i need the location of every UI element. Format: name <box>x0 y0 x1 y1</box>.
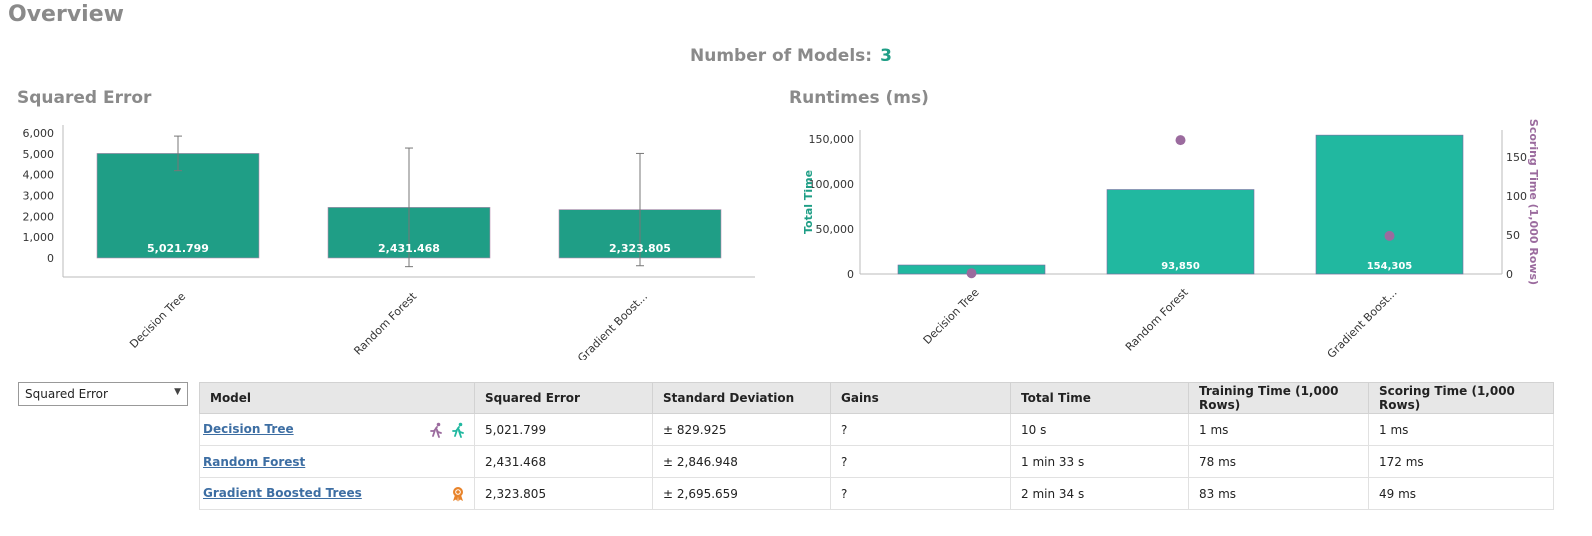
gains-cell[interactable]: ? <box>830 445 1011 478</box>
header-squared-error[interactable]: Squared Error <box>474 382 653 414</box>
scoring-time-cell: 172 ms <box>1368 445 1554 478</box>
squared-error-chart: 0 1,000 2,000 3,000 4,000 5,000 6,000 5,021.799… <box>23 125 755 360</box>
standard-deviation-cell: ± 2,695.659 <box>652 477 831 510</box>
best-model-award-icon <box>453 486 463 501</box>
y-tick-label: 100,000 <box>809 178 855 191</box>
gains-cell[interactable]: ? <box>830 477 1011 510</box>
y-axis-title: Total Time <box>802 170 815 234</box>
y-tick-label: 0 <box>847 268 854 281</box>
model-cell: Decision Tree <box>199 413 475 446</box>
metric-select-value: Squared Error <box>25 387 108 401</box>
standard-deviation-cell: ± 2,846.948 <box>652 445 831 478</box>
page-title: Overview <box>8 2 124 27</box>
header-training-time[interactable]: Training Time (1,000 Rows) <box>1188 382 1369 414</box>
table-row: Decision Tree 5,021.799 ± 829.925 ? 10 s… <box>199 413 1554 446</box>
data-label: 93,850 <box>1161 261 1200 272</box>
data-label: 2,323.805 <box>609 242 671 255</box>
y-axis-right-title: Scoring Time (1,000 Rows) <box>1527 119 1540 285</box>
x-tick-label: Decision Tree <box>127 290 188 351</box>
table-header-row: Model Squared Error Standard Deviation G… <box>199 382 1554 414</box>
scoring-point-decision-tree <box>966 268 977 279</box>
total-time-cell: 1 min 33 s <box>1010 445 1189 478</box>
chevron-down-icon: ▼ <box>174 387 181 397</box>
fastest-training-icon <box>430 422 442 438</box>
y-right-tick-label: 0 <box>1506 268 1513 281</box>
y-right-tick-label: 150 <box>1506 151 1527 164</box>
header-scoring-time[interactable]: Scoring Time (1,000 Rows) <box>1368 382 1554 414</box>
training-time-cell: 78 ms <box>1188 445 1369 478</box>
number-of-models: Number of Models: 3 <box>690 46 892 66</box>
scoring-time-cell: 1 ms <box>1368 413 1554 446</box>
y-right-tick-label: 100 <box>1506 190 1527 203</box>
x-tick-label: Random Forest <box>351 289 419 357</box>
y-tick-label: 6,000 <box>23 127 55 140</box>
y-tick-label: 0 <box>47 252 54 265</box>
fastest-scoring-icon <box>452 422 464 438</box>
x-tick-label: Random Forest <box>1123 285 1191 353</box>
runtimes-chart: 0 50,000 100,000 150,000 0 50 100 150 Total Time… <box>802 119 1540 360</box>
scoring-point-random-forest <box>1175 135 1186 146</box>
number-of-models-count: 3 <box>880 46 892 66</box>
x-tick-label: Decision Tree <box>921 286 982 347</box>
squared-error-cell: 2,323.805 <box>474 477 653 510</box>
results-table: Model Squared Error Standard Deviation G… <box>199 382 1554 510</box>
y-tick-label: 150,000 <box>809 133 855 146</box>
squared-error-chart-title: Squared Error <box>17 88 152 108</box>
model-link-random-forest[interactable]: Random Forest <box>203 455 305 469</box>
model-link-gradient-boosted-trees[interactable]: Gradient Boosted Trees <box>203 486 362 500</box>
training-time-cell: 1 ms <box>1188 413 1369 446</box>
scoring-time-cell: 49 ms <box>1368 477 1554 510</box>
y-tick-label: 5,000 <box>23 148 55 161</box>
y-right-tick-label: 50 <box>1506 229 1520 242</box>
y-tick-label: 1,000 <box>23 231 55 244</box>
scoring-point-gradient-boost <box>1384 230 1395 241</box>
y-tick-label: 50,000 <box>816 223 855 236</box>
y-tick-label: 2,000 <box>23 210 55 223</box>
y-tick-label: 4,000 <box>23 169 55 182</box>
squared-error-cell: 2,431.468 <box>474 445 653 478</box>
runtimes-chart-title: Runtimes (ms) <box>789 88 929 108</box>
number-of-models-label: Number of Models: <box>690 46 873 66</box>
table-row: Random Forest 2,431.468 ± 2,846.948 ? 1 … <box>199 445 1554 478</box>
gains-cell[interactable]: ? <box>830 413 1011 446</box>
bar-gradient-boost <box>1315 134 1464 275</box>
data-label: 5,021.799 <box>147 242 209 255</box>
model-link-decision-tree[interactable]: Decision Tree <box>203 422 294 436</box>
training-time-cell: 83 ms <box>1188 477 1369 510</box>
squared-error-cell: 5,021.799 <box>474 413 653 446</box>
total-time-cell: 10 s <box>1010 413 1189 446</box>
x-tick-label: Gradient Boost... <box>575 290 650 360</box>
data-label: 2,431.468 <box>378 242 440 255</box>
header-model[interactable]: Model <box>199 382 475 414</box>
header-gains[interactable]: Gains <box>830 382 1011 414</box>
total-time-cell: 2 min 34 s <box>1010 477 1189 510</box>
x-tick-label: Gradient Boost... <box>1325 286 1400 360</box>
model-cell: Gradient Boosted Trees <box>199 477 475 510</box>
header-total-time[interactable]: Total Time <box>1010 382 1189 414</box>
data-label: 154,305 <box>1367 261 1413 272</box>
y-tick-label: 3,000 <box>23 190 55 203</box>
metric-select[interactable]: Squared Error ▼ <box>18 382 188 406</box>
header-standard-deviation[interactable]: Standard Deviation <box>652 382 831 414</box>
table-row: Gradient Boosted Trees 2,323.805 ± 2,695… <box>199 477 1554 510</box>
standard-deviation-cell: ± 829.925 <box>652 413 831 446</box>
model-cell: Random Forest <box>199 445 475 478</box>
